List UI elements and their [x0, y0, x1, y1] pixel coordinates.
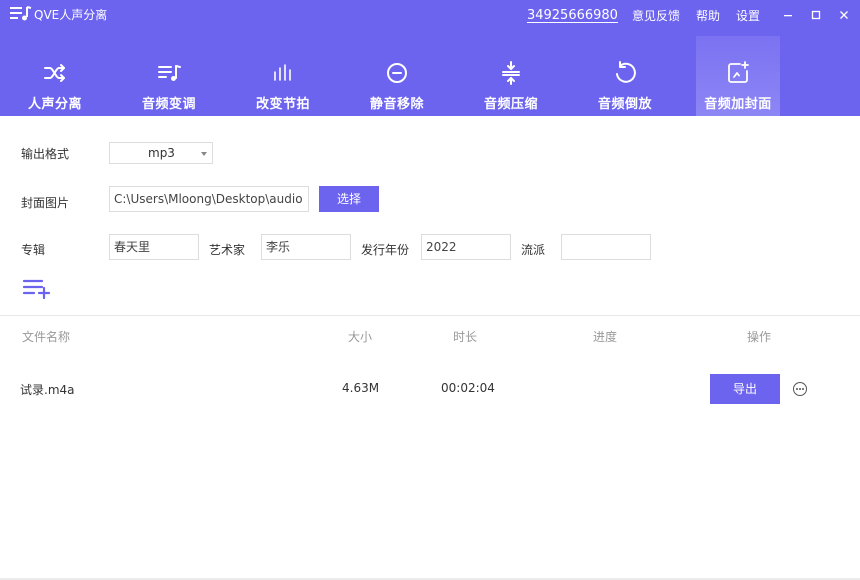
column-header-progress: 进度 [593, 330, 618, 344]
tab-pitch-shift[interactable]: 音频变调 [126, 36, 212, 116]
choose-cover-button[interactable]: 选择 [319, 186, 379, 212]
shuffle-icon [42, 60, 68, 86]
tab-audio-reverse[interactable]: 音频倒放 [582, 36, 668, 116]
output-format-value: mp3 [148, 146, 175, 160]
minimize-icon [784, 15, 792, 17]
settings-link[interactable]: 设置 [736, 7, 760, 24]
help-link[interactable]: 帮助 [696, 7, 720, 24]
maximize-button[interactable] [804, 3, 828, 27]
app-title: QVE人声分离 [34, 8, 108, 22]
output-format-select[interactable]: mp3 [109, 142, 213, 164]
cover-path-input[interactable]: C:\Users\Mloong\Desktop\audio [109, 186, 309, 212]
rotate-ccw-icon [612, 60, 638, 86]
feature-tabs: 人声分离 音频变调 改变节拍 静音移除 音频压缩 音频倒放 音频加封面 [0, 36, 860, 116]
tab-silence-removal[interactable]: 静音移除 [354, 36, 440, 116]
export-button[interactable]: 导出 [710, 374, 780, 404]
tab-label: 改变节拍 [255, 97, 310, 112]
image-plus-icon [725, 60, 751, 86]
app-header: QVE人声分离 34925666980 意见反馈 帮助 设置 人声分离 音频变调… [0, 0, 860, 116]
close-icon [840, 11, 848, 19]
tab-vocal-separation[interactable]: 人声分离 [12, 36, 98, 116]
column-header-filename: 文件名称 [22, 330, 71, 344]
maximize-icon [811, 10, 821, 20]
release-year-label: 发行年份 [361, 243, 410, 257]
tab-audio-compress[interactable]: 音频压缩 [468, 36, 554, 116]
minus-circle-icon [384, 60, 410, 86]
artist-label: 艺术家 [209, 243, 246, 257]
app-logo-icon [10, 6, 32, 21]
tab-label: 音频倒放 [597, 97, 652, 112]
tab-label: 音频变调 [141, 97, 196, 112]
account-phone-link[interactable]: 34925666980 [527, 8, 618, 23]
column-header-action: 操作 [747, 330, 772, 344]
album-label: 专辑 [21, 243, 46, 257]
release-year-input[interactable]: 2022 [421, 234, 511, 260]
more-options-icon[interactable] [792, 381, 808, 397]
output-format-label: 输出格式 [21, 147, 70, 161]
artist-input[interactable]: 李乐 [261, 234, 351, 260]
tab-change-tempo[interactable]: 改变节拍 [240, 36, 326, 116]
title-bar-actions: 34925666980 意见反馈 帮助 设置 [527, 0, 860, 30]
column-header-size: 大小 [348, 330, 373, 344]
genre-input[interactable] [561, 234, 651, 260]
tab-label: 静音移除 [369, 97, 424, 112]
cover-image-label: 封面图片 [21, 196, 70, 210]
feedback-link[interactable]: 意见反馈 [632, 7, 680, 24]
column-header-duration: 时长 [453, 330, 478, 344]
music-list-icon [156, 60, 182, 86]
file-size-cell: 4.63M [342, 381, 380, 395]
chevron-down-icon [201, 152, 207, 156]
album-input[interactable]: 春天里 [109, 234, 199, 260]
tab-label: 音频加封面 [704, 97, 772, 112]
tab-label: 人声分离 [27, 97, 82, 112]
minimize-button[interactable] [776, 3, 800, 27]
add-file-icon[interactable] [22, 277, 52, 299]
equalizer-icon [270, 60, 296, 86]
title-bar: QVE人声分离 34925666980 意见反馈 帮助 设置 [0, 0, 860, 30]
file-duration-cell: 00:02:04 [441, 381, 495, 395]
section-divider [0, 315, 860, 316]
compress-icon [498, 60, 524, 86]
tab-label: 音频压缩 [483, 97, 538, 112]
close-button[interactable] [832, 3, 856, 27]
file-name-cell: 试录.m4a [20, 383, 75, 397]
genre-label: 流派 [521, 243, 546, 257]
tab-add-cover[interactable]: 音频加封面 [696, 36, 780, 116]
